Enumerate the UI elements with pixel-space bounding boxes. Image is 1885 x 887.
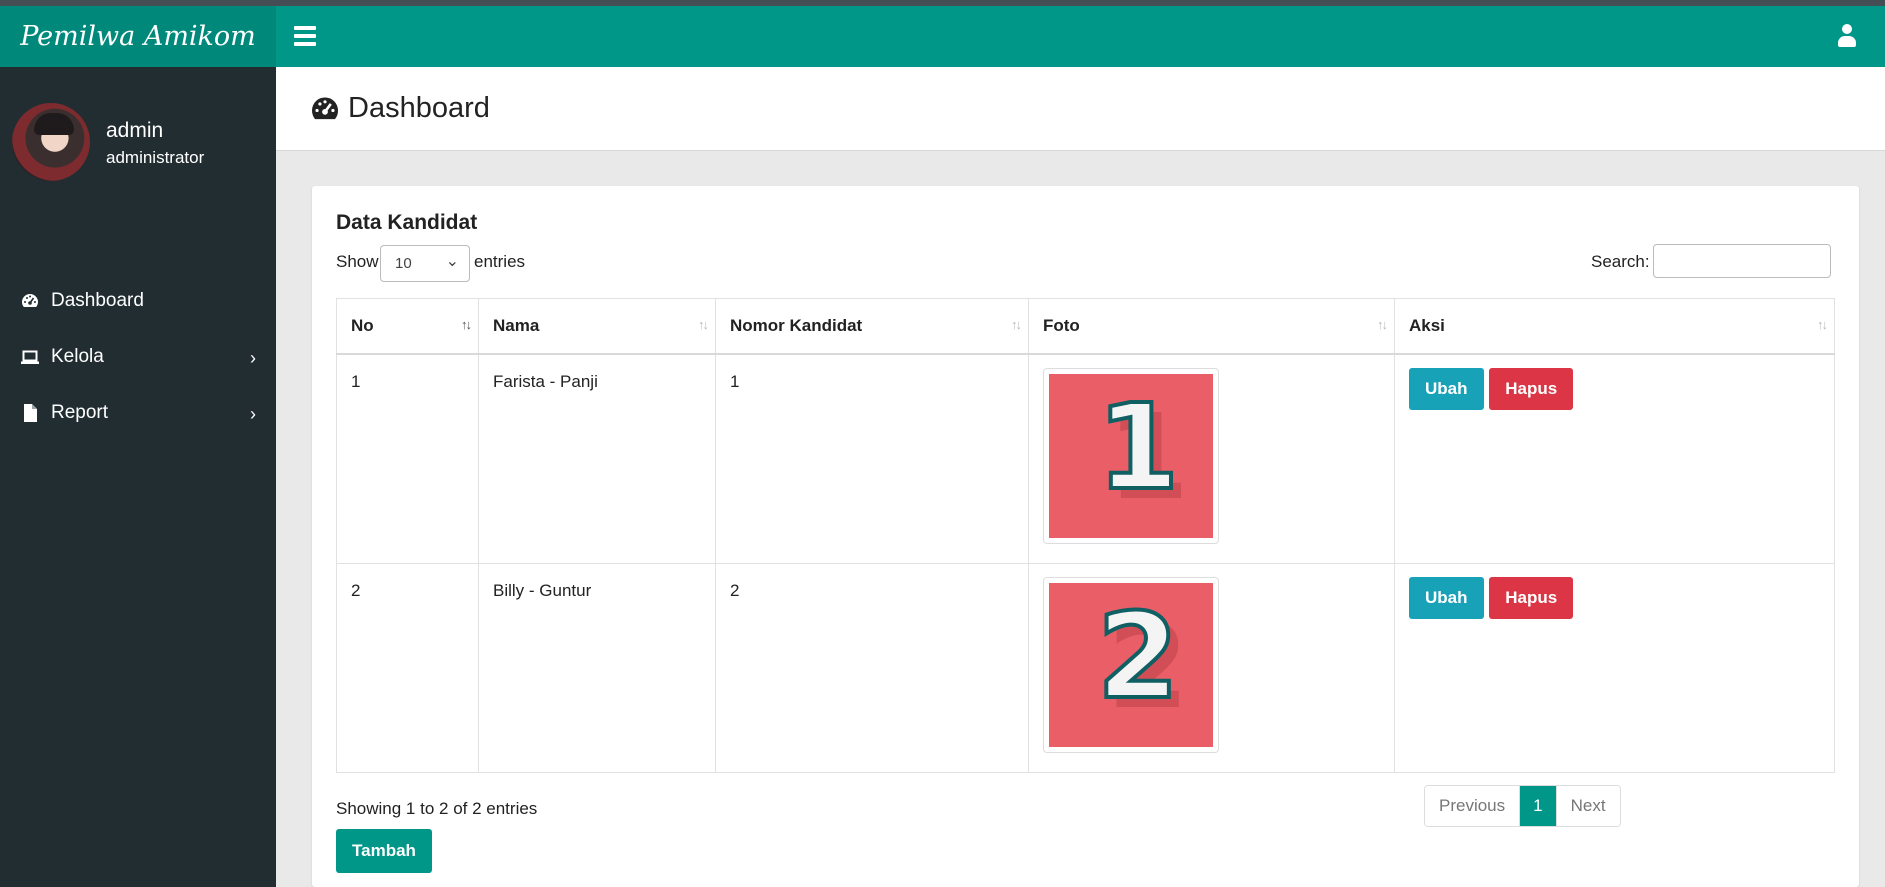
edit-button[interactable]: Ubah xyxy=(1409,368,1484,410)
delete-button[interactable]: Hapus xyxy=(1489,576,1574,619)
sidebar-item-dashboard[interactable]: Dashboard xyxy=(0,280,276,324)
column-header-foto[interactable]: Foto ↑↓ xyxy=(1028,298,1395,355)
page-title-text: Dashboard xyxy=(348,92,490,124)
candidate-number-image: 1 xyxy=(1095,376,1181,518)
search-input[interactable] xyxy=(1653,244,1831,278)
user-panel: admin administrator xyxy=(12,103,272,183)
kandidat-table: No ↑↓ Nama ↑↓ Nomor Kandidat ↑↓ Foto ↑↓ … xyxy=(336,298,1835,773)
table-header-row: No ↑↓ Nama ↑↓ Nomor Kandidat ↑↓ Foto ↑↓ … xyxy=(336,298,1835,355)
dashboard-icon xyxy=(22,294,38,307)
delete-button[interactable]: Hapus xyxy=(1489,368,1574,410)
sort-icon: ↑↓ xyxy=(1377,317,1388,332)
sidebar-toggle-icon[interactable] xyxy=(294,26,316,46)
top-navbar: Pemilwa Amikom xyxy=(0,6,1885,67)
sidebar-item-label: Kelola xyxy=(51,346,104,367)
column-header-aksi[interactable]: Aksi ↑↓ xyxy=(1394,298,1835,355)
sort-asc-icon: ↑↓ xyxy=(461,317,472,332)
table-row: 1 Farista - Panji 1 1 1 Ubah Hapus xyxy=(336,353,1835,564)
cell-no: 1 xyxy=(336,353,479,564)
avatar xyxy=(12,103,90,181)
sidebar-item-report[interactable]: Report › xyxy=(0,392,276,436)
cell-aksi: Ubah Hapus xyxy=(1394,562,1835,773)
dashboard-icon xyxy=(312,96,339,119)
sort-icon: ↑↓ xyxy=(698,317,709,332)
brand-logo[interactable]: Pemilwa Amikom xyxy=(0,6,276,67)
candidate-number-image: 2 xyxy=(1095,585,1181,727)
column-header-no[interactable]: No ↑↓ xyxy=(336,298,479,355)
cell-nama: Farista - Panji xyxy=(478,353,716,564)
candidate-photo: 1 1 xyxy=(1043,368,1219,544)
cell-aksi: Ubah Hapus xyxy=(1394,353,1835,564)
candidate-photo: 2 2 xyxy=(1043,576,1219,753)
sidebar-item-label: Dashboard xyxy=(51,290,144,311)
chevron-right-icon: › xyxy=(250,348,256,368)
cell-foto: 1 1 xyxy=(1028,353,1395,564)
show-label: Show xyxy=(336,252,379,271)
table-row: 2 Billy - Guntur 2 2 2 Ubah Hapus xyxy=(336,562,1835,773)
user-role: administrator xyxy=(106,148,205,167)
chevron-right-icon: › xyxy=(250,404,256,424)
page-title: Dashboard xyxy=(310,92,490,125)
sidebar: admin administrator Dashboard Kelola › R… xyxy=(0,67,276,887)
column-header-nama[interactable]: Nama ↑↓ xyxy=(478,298,716,355)
cell-nomor: 1 xyxy=(715,353,1029,564)
add-button[interactable]: Tambah xyxy=(336,829,432,873)
file-icon xyxy=(24,404,37,422)
content-header: Dashboard xyxy=(276,67,1885,151)
sort-icon: ↑↓ xyxy=(1817,317,1828,332)
user-menu-icon[interactable] xyxy=(1837,24,1857,48)
chevron-down-icon: ⌄ xyxy=(445,253,459,270)
search-label: Search: xyxy=(1591,252,1650,271)
column-header-nomor-kandidat[interactable]: Nomor Kandidat ↑↓ xyxy=(715,298,1029,355)
entries-label: entries xyxy=(474,252,526,271)
table-info: Showing 1 to 2 of 2 entries xyxy=(336,799,538,818)
cell-nama: Billy - Guntur xyxy=(478,562,716,773)
pagination: Previous 1 Next xyxy=(1424,785,1621,827)
sort-icon: ↑↓ xyxy=(1011,317,1022,332)
next-page-button[interactable]: Next xyxy=(1556,786,1620,826)
box-title: Data Kandidat xyxy=(336,211,478,234)
sidebar-item-kelola[interactable]: Kelola › xyxy=(0,336,276,380)
page-1-button[interactable]: 1 xyxy=(1519,786,1557,826)
edit-button[interactable]: Ubah xyxy=(1409,576,1484,619)
length-value: 10 xyxy=(395,255,412,272)
sidebar-item-label: Report xyxy=(51,402,109,423)
cell-nomor: 2 xyxy=(715,562,1029,773)
previous-page-button[interactable]: Previous xyxy=(1425,786,1520,826)
entries-length-select[interactable]: 10 ⌄ xyxy=(380,245,470,282)
data-kandidat-box: Data Kandidat Show 10 ⌄ entries Search: … xyxy=(312,186,1859,887)
cell-foto: 2 2 xyxy=(1028,562,1395,773)
cell-no: 2 xyxy=(336,562,479,773)
laptop-icon xyxy=(21,350,39,364)
user-name: admin xyxy=(106,119,164,142)
